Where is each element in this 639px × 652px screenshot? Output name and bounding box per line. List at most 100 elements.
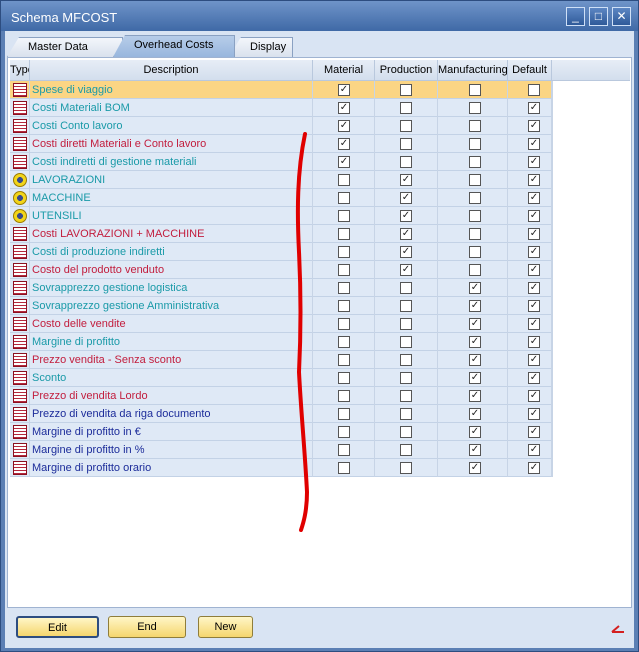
material-checkbox[interactable]	[338, 246, 350, 258]
table-row[interactable]: Costi di produzione indiretti ✓ ✓	[10, 243, 553, 261]
default-checkbox[interactable]: ✓	[528, 336, 540, 348]
default-checkbox[interactable]: ✓	[528, 210, 540, 222]
production-checkbox[interactable]	[400, 120, 412, 132]
description-cell[interactable]: Sovrapprezzo gestione Amministrativa	[30, 297, 313, 315]
description-cell[interactable]: UTENSILI	[30, 207, 313, 225]
resize-grip-icon[interactable]	[611, 625, 625, 633]
production-checkbox[interactable]	[400, 336, 412, 348]
manufacturing-checkbox[interactable]	[469, 228, 481, 240]
col-header-manufacturing[interactable]: Manufacturing	[438, 60, 508, 81]
default-checkbox[interactable]: ✓	[528, 408, 540, 420]
table-row[interactable]: UTENSILI ✓ ✓	[10, 207, 553, 225]
production-checkbox[interactable]: ✓	[400, 174, 412, 186]
description-cell[interactable]: Costi Materiali BOM	[30, 99, 313, 117]
production-checkbox[interactable]: ✓	[400, 210, 412, 222]
material-checkbox[interactable]	[338, 264, 350, 276]
table-row[interactable]: LAVORAZIONI ✓ ✓	[10, 171, 553, 189]
manufacturing-checkbox[interactable]	[469, 102, 481, 114]
default-checkbox[interactable]	[528, 84, 540, 96]
manufacturing-checkbox[interactable]	[469, 156, 481, 168]
default-checkbox[interactable]: ✓	[528, 354, 540, 366]
production-checkbox[interactable]	[400, 102, 412, 114]
table-row[interactable]: Costi Conto lavoro ✓ ✓	[10, 117, 553, 135]
description-cell[interactable]: Spese di viaggio	[30, 81, 313, 99]
material-checkbox[interactable]: ✓	[338, 156, 350, 168]
tab-overhead-costs[interactable]: Overhead Costs	[113, 35, 235, 57]
table-row[interactable]: Sconto ✓ ✓	[10, 369, 553, 387]
description-cell[interactable]: Margine di profitto in %	[30, 441, 313, 459]
table-row[interactable]: Costi LAVORAZIONI + MACCHINE ✓ ✓	[10, 225, 553, 243]
description-cell[interactable]: Prezzo vendita - Senza sconto	[30, 351, 313, 369]
table-row[interactable]: Prezzo di vendita da riga documento ✓ ✓	[10, 405, 553, 423]
material-checkbox[interactable]	[338, 174, 350, 186]
description-cell[interactable]: Sconto	[30, 369, 313, 387]
description-cell[interactable]: Costi di produzione indiretti	[30, 243, 313, 261]
production-checkbox[interactable]	[400, 444, 412, 456]
default-checkbox[interactable]: ✓	[528, 282, 540, 294]
description-cell[interactable]: Margine di profitto orario	[30, 459, 313, 477]
default-checkbox[interactable]: ✓	[528, 120, 540, 132]
col-header-material[interactable]: Material	[313, 60, 375, 81]
new-button[interactable]: New	[198, 616, 253, 638]
minimize-icon[interactable]: _	[566, 7, 585, 26]
default-checkbox[interactable]: ✓	[528, 300, 540, 312]
default-checkbox[interactable]: ✓	[528, 192, 540, 204]
material-checkbox[interactable]	[338, 408, 350, 420]
material-checkbox[interactable]: ✓	[338, 138, 350, 150]
manufacturing-checkbox[interactable]: ✓	[469, 408, 481, 420]
table-row[interactable]: Sovrapprezzo gestione Amministrativa ✓ ✓	[10, 297, 553, 315]
production-checkbox[interactable]: ✓	[400, 192, 412, 204]
col-header-type[interactable]: Type	[10, 60, 30, 81]
description-cell[interactable]: Prezzo di vendita da riga documento	[30, 405, 313, 423]
tab-master-data[interactable]: Master Data	[7, 37, 123, 57]
default-checkbox[interactable]: ✓	[528, 138, 540, 150]
col-header-production[interactable]: Production	[375, 60, 438, 81]
end-button[interactable]: End	[108, 616, 186, 638]
default-checkbox[interactable]: ✓	[528, 318, 540, 330]
default-checkbox[interactable]: ✓	[528, 102, 540, 114]
col-header-default[interactable]: Default	[508, 60, 552, 81]
default-checkbox[interactable]: ✓	[528, 156, 540, 168]
description-cell[interactable]: Margine di profitto in €	[30, 423, 313, 441]
manufacturing-checkbox[interactable]: ✓	[469, 318, 481, 330]
manufacturing-checkbox[interactable]	[469, 174, 481, 186]
production-checkbox[interactable]	[400, 426, 412, 438]
default-checkbox[interactable]: ✓	[528, 246, 540, 258]
manufacturing-checkbox[interactable]: ✓	[469, 354, 481, 366]
manufacturing-checkbox[interactable]	[469, 264, 481, 276]
table-row[interactable]: Prezzo vendita - Senza sconto ✓ ✓	[10, 351, 553, 369]
manufacturing-checkbox[interactable]: ✓	[469, 372, 481, 384]
manufacturing-checkbox[interactable]	[469, 210, 481, 222]
production-checkbox[interactable]: ✓	[400, 246, 412, 258]
manufacturing-checkbox[interactable]: ✓	[469, 390, 481, 402]
material-checkbox[interactable]	[338, 462, 350, 474]
manufacturing-checkbox[interactable]: ✓	[469, 336, 481, 348]
material-checkbox[interactable]	[338, 426, 350, 438]
material-checkbox[interactable]: ✓	[338, 102, 350, 114]
material-checkbox[interactable]	[338, 300, 350, 312]
material-checkbox[interactable]	[338, 354, 350, 366]
description-cell[interactable]: Costo del prodotto venduto	[30, 261, 313, 279]
default-checkbox[interactable]: ✓	[528, 264, 540, 276]
manufacturing-checkbox[interactable]: ✓	[469, 282, 481, 294]
description-cell[interactable]: Costi diretti Materiali e Conto lavoro	[30, 135, 313, 153]
manufacturing-checkbox[interactable]: ✓	[469, 300, 481, 312]
production-checkbox[interactable]	[400, 462, 412, 474]
material-checkbox[interactable]	[338, 318, 350, 330]
production-checkbox[interactable]	[400, 300, 412, 312]
material-checkbox[interactable]	[338, 228, 350, 240]
tab-display[interactable]: Display	[229, 37, 293, 57]
col-header-description[interactable]: Description	[30, 60, 313, 81]
default-checkbox[interactable]: ✓	[528, 390, 540, 402]
default-checkbox[interactable]: ✓	[528, 228, 540, 240]
production-checkbox[interactable]	[400, 390, 412, 402]
manufacturing-checkbox[interactable]	[469, 84, 481, 96]
description-cell[interactable]: Costi LAVORAZIONI + MACCHINE	[30, 225, 313, 243]
description-cell[interactable]: MACCHINE	[30, 189, 313, 207]
material-checkbox[interactable]: ✓	[338, 120, 350, 132]
table-row[interactable]: Margine di profitto in € ✓ ✓	[10, 423, 553, 441]
production-checkbox[interactable]	[400, 354, 412, 366]
description-cell[interactable]: Prezzo di vendita Lordo	[30, 387, 313, 405]
manufacturing-checkbox[interactable]	[469, 120, 481, 132]
table-row[interactable]: Margine di profitto ✓ ✓	[10, 333, 553, 351]
